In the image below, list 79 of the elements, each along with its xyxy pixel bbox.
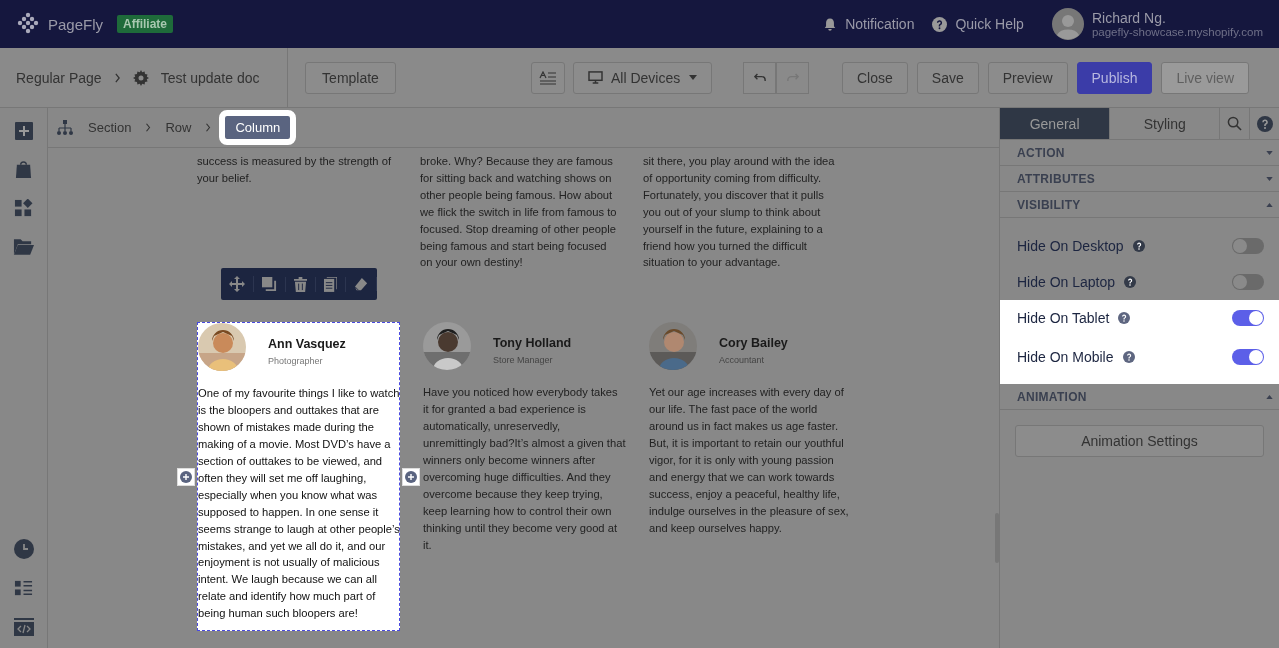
- caret-icon: [1266, 176, 1273, 181]
- testimonial-text: One of my favourite things I like to watch is the bloopers and outtakes that are shown of mistakes made during the making of a movie. Most DVD’s have a section of outtakes to be viewed, and often they will set me off laughing, especially when you know what was supposed to happen. In one sense it seems strange to laugh at other people’s mistakes, and yet we all do it, and our enjoyment is not usually of malicious intent. We laugh because we can all relate and identify how much part of being human such bloopers are!: [198, 386, 401, 622]
- person-role: Accountant: [719, 355, 766, 366]
- toggle-label: Hide On Laptop: [1017, 274, 1116, 290]
- settings-icon[interactable]: [132, 69, 149, 86]
- code-icon[interactable]: [13, 618, 34, 636]
- hierarchy-icon: [57, 119, 73, 136]
- paragraph: broke. Why? Because they are famous for sitting back and watching shows on other people being famous. How about we flick the switch in life from famous to focused. Stop dreaming of other people being famous and start being focused on your own destiny!: [420, 154, 618, 271]
- caret-icon: [1266, 202, 1273, 207]
- shopping-bag-icon[interactable]: [15, 160, 32, 179]
- breadcrumb-item[interactable]: Row: [165, 120, 192, 135]
- notification-link[interactable]: Notification: [823, 16, 915, 32]
- toggle-label: Hide On Tablet: [1017, 310, 1110, 326]
- section-header[interactable]: VISIBILITY: [1000, 192, 1279, 218]
- help-icon: [1118, 312, 1131, 324]
- caret-icon: [1266, 394, 1273, 399]
- person-name: Ann Vasquez: [268, 337, 346, 352]
- list-icon[interactable]: [14, 579, 33, 598]
- testimonial-text: Have you noticed how everybody takes it for granted a bad experience is automatically, unreservedly, unremittingly bad?It’s almost a given that winners only become winners after overcoming huge difficulties. And they overcome because they keep trying, keep learning how to control their own thinking until they become very good at it.: [423, 385, 626, 553]
- monitor-icon: [588, 71, 603, 84]
- affiliate-badge: Affiliate: [117, 15, 174, 33]
- template-button[interactable]: Template: [305, 61, 396, 94]
- page-name: Test update doc: [160, 69, 260, 86]
- toolbar-button[interactable]: Preview: [987, 61, 1068, 94]
- caret-icon: [689, 75, 697, 80]
- toggle-label: Hide On Desktop: [1017, 238, 1124, 254]
- toggle-switch[interactable]: [1232, 274, 1264, 290]
- person-name: Cory Bailey: [719, 336, 788, 351]
- help-icon: [1256, 115, 1273, 132]
- widgets-icon[interactable]: [14, 199, 33, 218]
- section-header[interactable]: ACTION: [1000, 140, 1279, 166]
- text-icon: [539, 70, 557, 85]
- toggle-switch[interactable]: [1232, 238, 1264, 254]
- paragraph: success is measured by the strength of your belief.: [197, 154, 392, 186]
- undo-button[interactable]: [743, 61, 776, 94]
- chevron-icon: [205, 123, 212, 132]
- panel-tab[interactable]: General: [1000, 108, 1111, 139]
- panel-tab[interactable]: Styling: [1110, 108, 1221, 139]
- user-name: Richard Ng.: [1091, 10, 1167, 26]
- chevron-icon: [145, 123, 152, 132]
- bell-icon: [823, 16, 838, 32]
- app-name: PageFly: [48, 15, 104, 33]
- help-icon: [1124, 276, 1137, 288]
- add-icon[interactable]: [14, 122, 33, 140]
- testimonial-text: Yet our age increases with every day of our life. The fast pace of the world around us in fact makes us age faster. But, it is important to retain our youthful vigor, for it is only with young passion and energy that we can work towards success, enjoy a peaceful, healthy life, indulge ourselves in the pleasure of sex, and keep ourselves happy.: [649, 385, 850, 536]
- help-icon: [1132, 240, 1145, 252]
- person-role: Photographer: [268, 356, 324, 367]
- toggle-switch[interactable]: [1232, 349, 1264, 365]
- toggle-switch[interactable]: [1232, 310, 1264, 326]
- folder-icon[interactable]: [13, 238, 34, 256]
- search-icon: [1227, 116, 1243, 131]
- page-type[interactable]: Regular Page: [16, 69, 102, 86]
- logo-icon: [16, 12, 40, 36]
- add-button[interactable]: [402, 468, 420, 487]
- toggle-label: Hide On Mobile: [1017, 349, 1114, 365]
- device-dropdown[interactable]: All Devices: [573, 61, 712, 94]
- clock-icon[interactable]: [13, 539, 34, 559]
- chevron-icon: [113, 72, 121, 83]
- breadcrumb-item[interactable]: Section: [88, 120, 132, 135]
- toolbar-button[interactable]: Close: [842, 61, 908, 94]
- person-name: Tony Holland: [493, 336, 572, 351]
- section-header[interactable]: ATTRIBUTES: [1000, 166, 1279, 192]
- person-role: Store Manager: [493, 355, 554, 366]
- paragraph: sit there, you play around with the idea of opportunity coming from difficulty. Fortunately, you discover that it pulls you out of your slump to think about yourself in the future, explaining to a friend how you turned the difficult situation to your advantage.: [643, 154, 836, 271]
- section-header[interactable]: ANIMATION: [1000, 384, 1279, 410]
- animation-settings-button[interactable]: Animation Settings: [1015, 425, 1264, 457]
- text-format-button[interactable]: [531, 61, 565, 94]
- undo-icon: [753, 73, 766, 82]
- caret-icon: [1266, 150, 1273, 155]
- quick-help-link[interactable]: Quick Help: [932, 16, 1024, 32]
- add-button[interactable]: [177, 468, 195, 487]
- plus-icon: [180, 471, 192, 484]
- toolbar-button[interactable]: Save: [916, 61, 979, 94]
- help-icon: [932, 16, 948, 32]
- plus-icon: [405, 471, 417, 484]
- help-icon: [1122, 351, 1135, 363]
- avatar-icon: [1051, 8, 1084, 40]
- toolbar-button[interactable]: Publish: [1076, 61, 1153, 94]
- store-url: pagefly-showcase.myshopify.com: [1091, 26, 1263, 38]
